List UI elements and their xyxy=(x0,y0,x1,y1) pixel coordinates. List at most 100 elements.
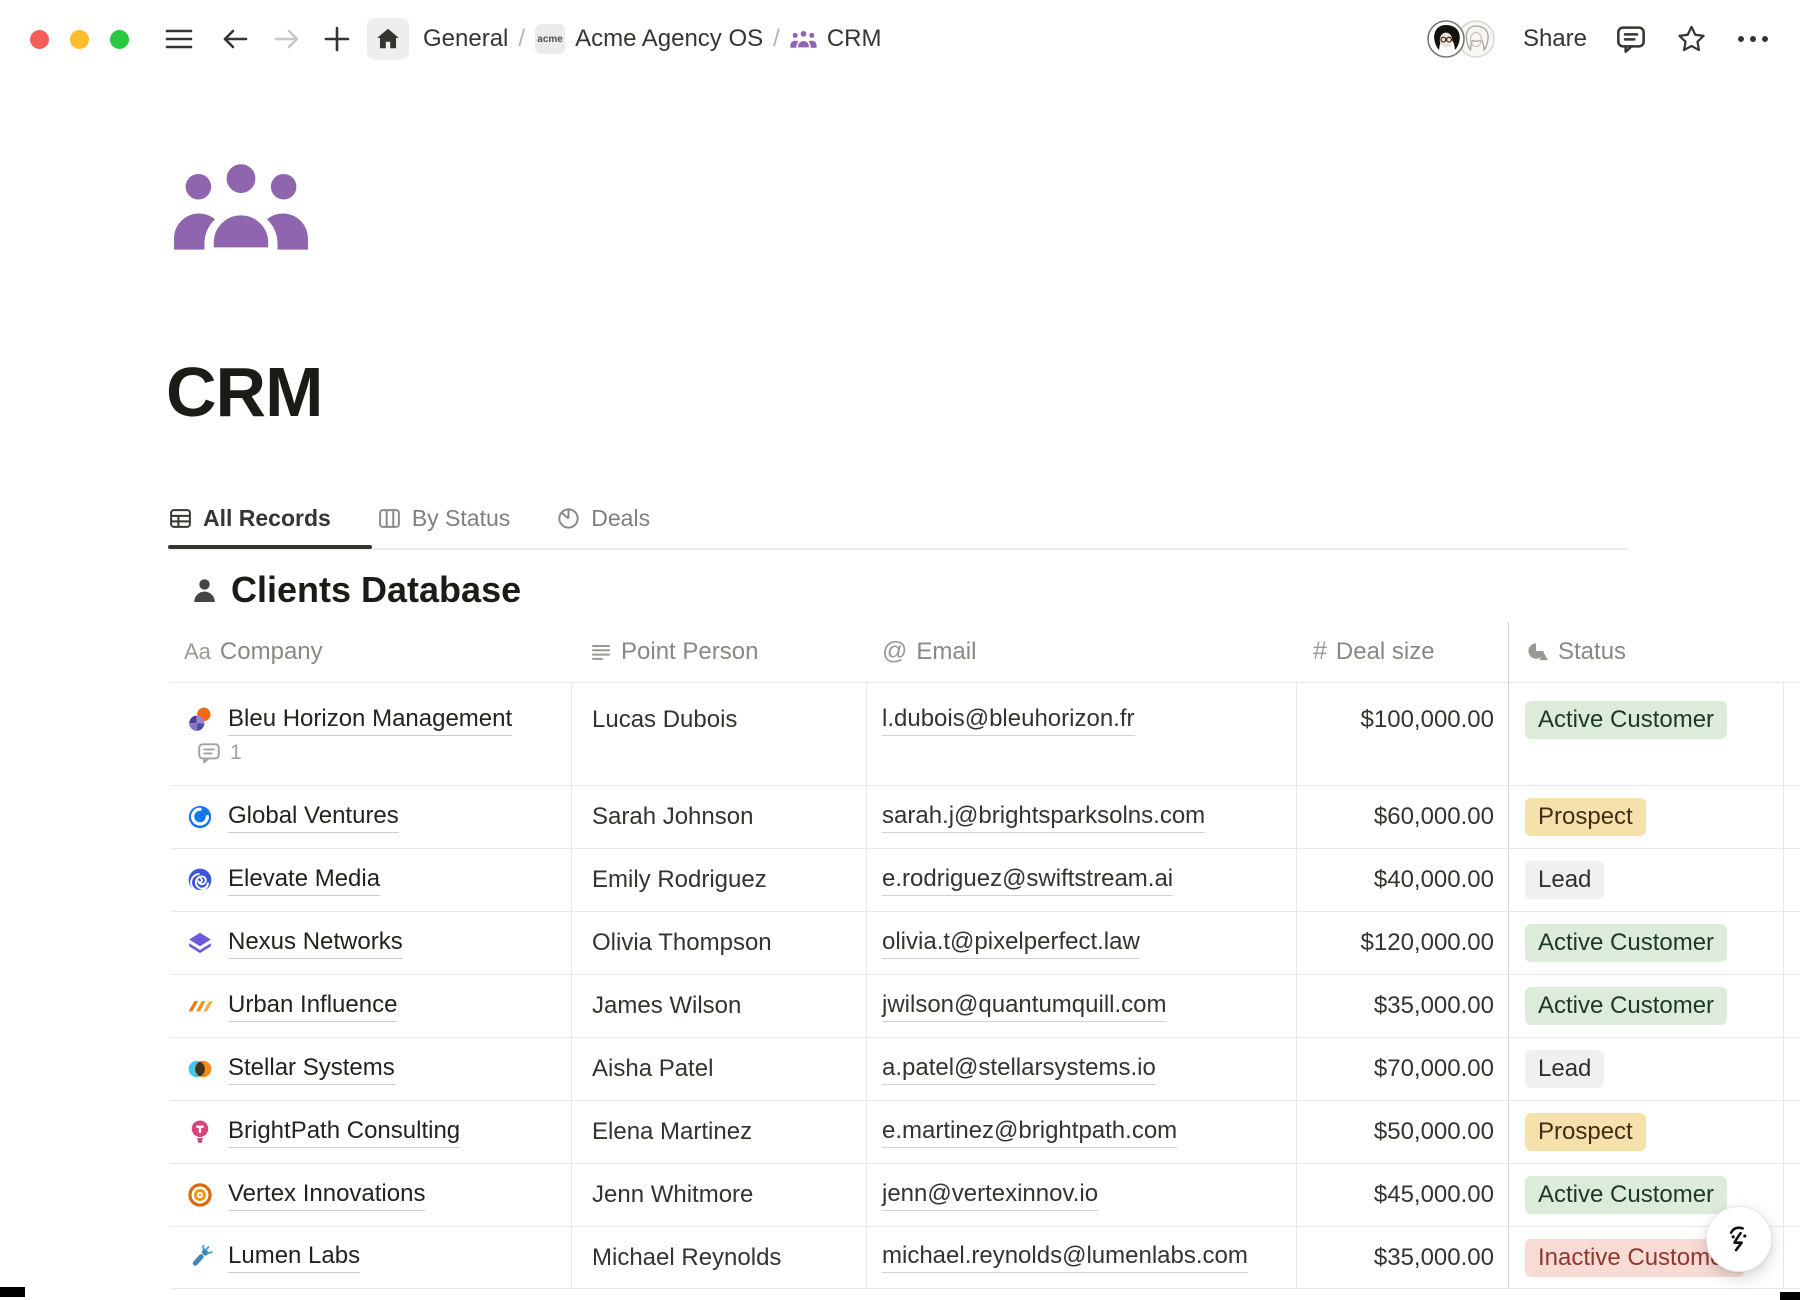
minimize-window-button[interactable] xyxy=(70,30,89,49)
deal-size-cell[interactable]: $70,000.00 xyxy=(1296,1038,1494,1100)
table-row[interactable]: Vertex Innovations Jenn Whitmore jenn@vert… xyxy=(170,1164,1800,1227)
table-row[interactable]: Lumen Labs Michael Reynolds michael.reynol… xyxy=(170,1227,1800,1289)
deal-size-cell[interactable]: $35,000.00 xyxy=(1296,1227,1494,1288)
email-link[interactable]: jwilson@quantumquill.com xyxy=(882,991,1166,1022)
favorite-star-icon[interactable] xyxy=(1675,23,1708,56)
tab-all-records[interactable]: All Records xyxy=(168,505,331,532)
company-cell[interactable]: Global Ventures xyxy=(228,786,399,848)
table-row[interactable]: Nexus Networks Olivia Thompson olivia.t@pi… xyxy=(170,912,1800,975)
company-link[interactable]: Bleu Horizon Management xyxy=(228,705,512,736)
column-header-status[interactable]: Status xyxy=(1526,620,1626,683)
close-window-button[interactable] xyxy=(30,30,49,49)
point-person-cell[interactable]: Olivia Thompson xyxy=(592,912,772,974)
status-cell[interactable]: Prospect xyxy=(1525,786,1646,848)
share-button[interactable]: Share xyxy=(1523,25,1587,53)
status-cell[interactable]: Lead xyxy=(1525,1038,1604,1100)
email-link[interactable]: jenn@vertexinnov.io xyxy=(882,1180,1098,1211)
status-badge[interactable]: Lead xyxy=(1525,861,1604,899)
email-cell[interactable]: e.rodriguez@swiftstream.ai xyxy=(882,849,1173,911)
company-link[interactable]: Urban Influence xyxy=(228,991,397,1022)
email-cell[interactable]: michael.reynolds@lumenlabs.com xyxy=(882,1227,1248,1288)
point-person-cell[interactable]: Jenn Whitmore xyxy=(592,1164,753,1226)
company-link[interactable]: Global Ventures xyxy=(228,802,399,833)
company-link[interactable]: Nexus Networks xyxy=(228,928,403,959)
email-cell[interactable]: jenn@vertexinnov.io xyxy=(882,1164,1098,1226)
column-header-deal-size[interactable]: # Deal size xyxy=(1313,620,1435,683)
tab-by-status[interactable]: By Status xyxy=(377,505,510,532)
deal-size-cell[interactable]: $100,000.00 xyxy=(1296,683,1494,757)
page-title[interactable]: CRM xyxy=(166,352,322,432)
email-link[interactable]: e.rodriguez@swiftstream.ai xyxy=(882,865,1173,896)
email-link[interactable]: a.patel@stellarsystems.io xyxy=(882,1054,1156,1085)
status-badge[interactable]: Lead xyxy=(1525,1050,1604,1088)
email-cell[interactable]: jwilson@quantumquill.com xyxy=(882,975,1166,1037)
company-link[interactable]: Vertex Innovations xyxy=(228,1180,425,1211)
home-icon[interactable] xyxy=(367,18,409,60)
status-badge[interactable]: Active Customer xyxy=(1525,1176,1727,1214)
column-header-email[interactable]: @ Email xyxy=(882,620,976,683)
column-header-company[interactable]: Aa Company xyxy=(184,620,323,683)
email-link[interactable]: l.dubois@bleuhorizon.fr xyxy=(882,705,1135,736)
deal-size-cell[interactable]: $60,000.00 xyxy=(1296,786,1494,848)
table-row[interactable]: Stellar Systems Aisha Patel a.patel@stella… xyxy=(170,1038,1800,1101)
status-badge[interactable]: Prospect xyxy=(1525,1113,1646,1151)
zoom-window-button[interactable] xyxy=(110,30,129,49)
email-cell[interactable]: e.martinez@brightpath.com xyxy=(882,1101,1177,1163)
comment-count[interactable]: 1 xyxy=(196,733,242,773)
point-person-cell[interactable]: Michael Reynolds xyxy=(592,1227,781,1288)
deal-size-cell[interactable]: $45,000.00 xyxy=(1296,1164,1494,1226)
forward-icon[interactable] xyxy=(273,25,301,53)
table-row[interactable]: Bleu Horizon Management Lucas Dubois l.dub… xyxy=(170,683,1800,786)
email-link[interactable]: sarah.j@brightsparksolns.com xyxy=(882,802,1205,833)
status-cell[interactable]: Active Customer xyxy=(1525,912,1727,974)
sidebar-menu-icon[interactable] xyxy=(165,27,193,51)
company-cell[interactable]: Lumen Labs xyxy=(228,1227,360,1288)
company-link[interactable]: BrightPath Consulting xyxy=(228,1117,460,1148)
table-row[interactable]: Elevate Media Emily Rodriguez e.rodriguez@… xyxy=(170,849,1800,912)
status-badge[interactable]: Prospect xyxy=(1525,798,1646,836)
status-cell[interactable]: Prospect xyxy=(1525,1101,1646,1163)
company-link[interactable]: Stellar Systems xyxy=(228,1054,395,1085)
status-cell[interactable]: Active Customer xyxy=(1525,975,1727,1037)
point-person-cell[interactable]: Emily Rodriguez xyxy=(592,849,767,911)
deal-size-cell[interactable]: $40,000.00 xyxy=(1296,849,1494,911)
table-row[interactable]: Global Ventures Sarah Johnson sarah.j@brig… xyxy=(170,786,1800,849)
status-cell[interactable]: Active Customer xyxy=(1525,1164,1727,1226)
point-person-cell[interactable]: James Wilson xyxy=(592,975,741,1037)
tab-deals[interactable]: Deals xyxy=(556,505,650,532)
email-link[interactable]: michael.reynolds@lumenlabs.com xyxy=(882,1242,1248,1273)
status-cell[interactable]: Active Customer xyxy=(1525,683,1727,757)
point-person-cell[interactable]: Aisha Patel xyxy=(592,1038,713,1100)
company-link[interactable]: Elevate Media xyxy=(228,865,380,896)
company-cell[interactable]: Stellar Systems xyxy=(228,1038,395,1100)
deal-size-cell[interactable]: $50,000.00 xyxy=(1296,1101,1494,1163)
company-cell[interactable]: Urban Influence xyxy=(228,975,397,1037)
deal-size-cell[interactable]: $35,000.00 xyxy=(1296,975,1494,1037)
breadcrumb-root[interactable]: General xyxy=(423,25,508,53)
email-cell[interactable]: a.patel@stellarsystems.io xyxy=(882,1038,1156,1100)
company-cell[interactable]: Vertex Innovations xyxy=(228,1164,425,1226)
company-cell[interactable]: BrightPath Consulting xyxy=(228,1101,460,1163)
status-badge[interactable]: Active Customer xyxy=(1525,924,1727,962)
deal-size-cell[interactable]: $120,000.00 xyxy=(1296,912,1494,974)
company-cell[interactable]: Bleu Horizon Management xyxy=(228,683,512,757)
breadcrumb-page[interactable]: CRM xyxy=(827,25,882,53)
company-link[interactable]: Lumen Labs xyxy=(228,1242,360,1273)
table-row[interactable]: BrightPath ConsultingElena Martineze.mar… xyxy=(170,1101,1800,1164)
point-person-cell[interactable]: Sarah Johnson xyxy=(592,786,753,848)
comments-icon[interactable] xyxy=(1615,23,1647,55)
table-row[interactable]: Urban Influence James Wilson jwilson@quant… xyxy=(170,975,1800,1038)
email-cell[interactable]: l.dubois@bleuhorizon.fr xyxy=(882,683,1135,757)
email-link[interactable]: olivia.t@pixelperfect.law xyxy=(882,928,1140,959)
page-icon-people-group-icon[interactable] xyxy=(172,160,310,255)
column-header-point-person[interactable]: Point Person xyxy=(590,620,758,683)
breadcrumb-workspace[interactable]: Acme Agency OS xyxy=(575,25,763,53)
status-cell[interactable]: Lead xyxy=(1525,849,1604,911)
point-person-cell[interactable]: Lucas Dubois xyxy=(592,683,737,757)
notion-ai-button[interactable] xyxy=(1706,1206,1772,1272)
more-options-icon[interactable] xyxy=(1736,34,1770,44)
company-cell[interactable]: Nexus Networks xyxy=(228,912,403,974)
status-badge[interactable]: Active Customer xyxy=(1525,987,1727,1025)
back-icon[interactable] xyxy=(221,25,249,53)
email-cell[interactable]: sarah.j@brightsparksolns.com xyxy=(882,786,1205,848)
